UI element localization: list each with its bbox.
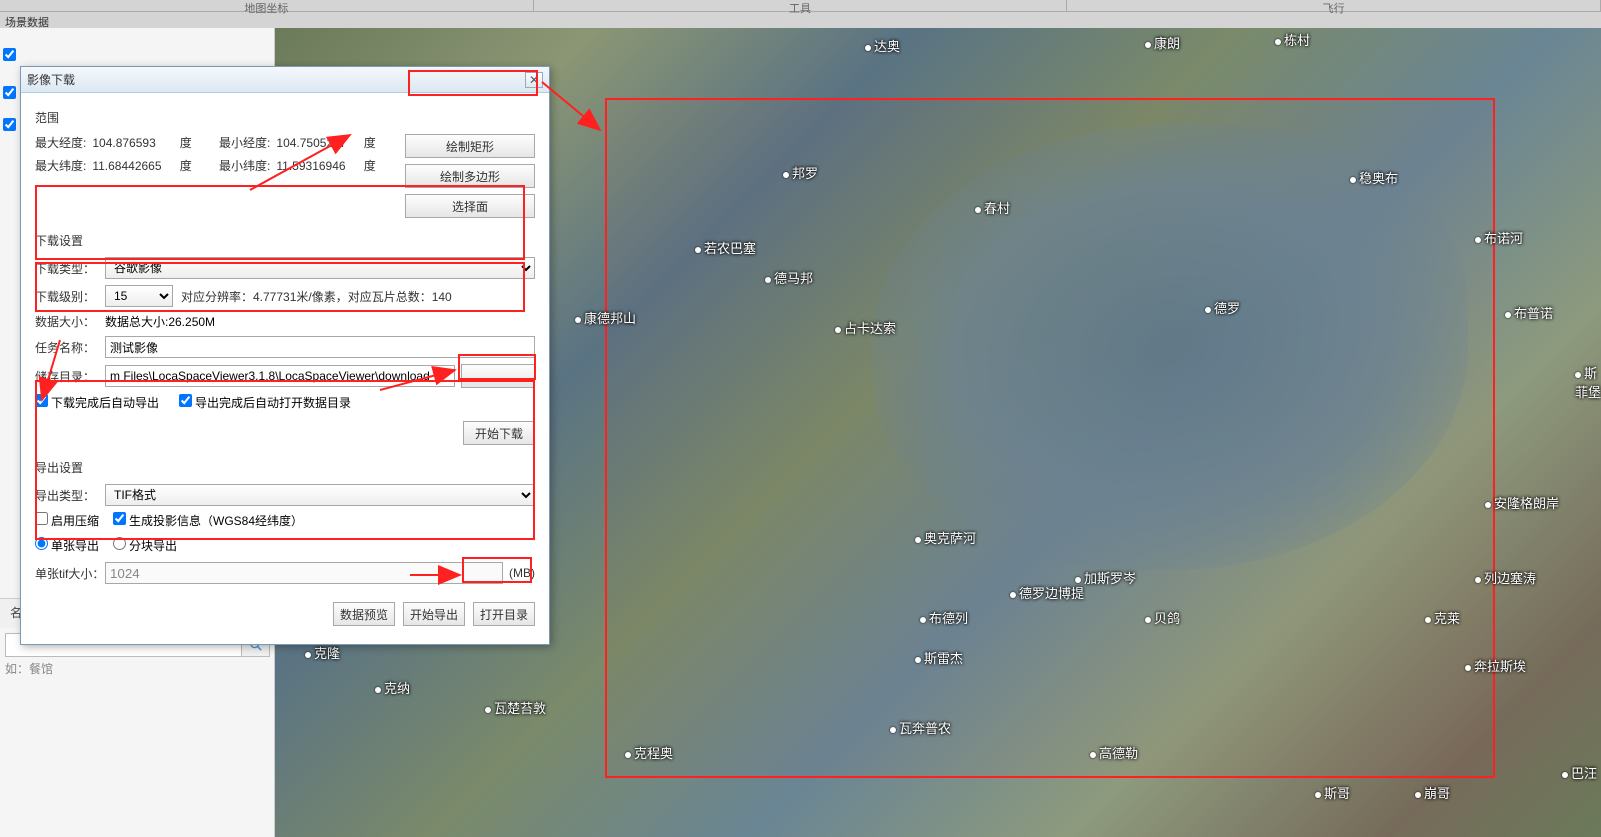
data-size-value: 数据总大小:26.250M [105,313,215,330]
download-settings-label: 下载设置 [35,232,535,249]
main-area: 达奥康朗栋村邦罗春村稳奥布若农巴塞布诺河德马邦德罗布普诺康德邦山占卡达索斯菲堡安… [0,28,1601,837]
min-lon-value: 104.7505237 [276,136,356,150]
close-icon[interactable]: ✕ [525,72,543,88]
task-name-label: 任务名称： [35,339,105,356]
map-place-label: 斯菲堡 [1575,363,1601,401]
max-lon-label: 最大经度: [35,134,89,151]
min-lat-value: 11.59316946 [276,159,356,173]
layer-visibility-checkbox[interactable] [3,48,16,61]
data-preview-button[interactable]: 数据预览 [333,602,395,626]
map-place-label: 康朗 [1145,33,1180,52]
download-type-label: 下载类型： [35,260,105,277]
unit-degree: 度 [180,136,192,150]
auto-open-dir-check[interactable]: 导出完成后自动打开数据目录 [179,394,351,411]
open-dir-button[interactable]: 打开目录 [473,602,535,626]
topbar-tools[interactable]: 工具 [534,0,1068,11]
topbar-fly[interactable]: 飞行 [1067,0,1601,11]
max-lon-value: 104.876593 [92,136,172,150]
task-name-input[interactable] [105,336,535,358]
map-place-label: 瓦楚苔敦 [485,698,546,717]
range-values: 最大经度: 104.876593 度 最小经度: 104.7505237 度 最… [35,134,405,218]
map-place-label: 达奥 [865,36,900,55]
map-place-label: 克隆 [305,643,340,662]
max-lat-value: 11.68442665 [92,159,172,173]
start-download-button[interactable]: 开始下载 [463,421,535,445]
dialog-titlebar[interactable]: 影像下载 ✕ [21,67,549,93]
search-hint: 如：餐馆 [5,660,53,677]
unit-degree: 度 [364,136,376,150]
topbar-coords[interactable]: 地图坐标 [0,0,534,11]
dialog-title: 影像下载 [27,71,525,88]
data-size-label: 数据大小： [35,313,105,330]
unit-degree: 度 [364,159,376,173]
map-place-label: 安隆格朗岸 [1485,493,1559,512]
top-toolbar: 地图坐标 工具 飞行 [0,0,1601,12]
single-export-radio[interactable]: 单张导出 [35,537,99,554]
download-level-select[interactable]: 15 [105,285,173,307]
min-lon-label: 最小经度: [219,134,273,151]
tif-size-unit: (MB) [509,566,535,580]
range-group-label: 范围 [35,109,535,126]
gen-projection-check[interactable]: 生成投影信息（WGS84经纬度） [113,512,303,529]
map-place-label: 巴汪 [1562,763,1597,782]
draw-rectangle-button[interactable]: 绘制矩形 [405,134,535,158]
download-level-info: 对应分辨率：4.77731米/像素，对应瓦片总数：140 [181,288,452,305]
map-place-label: 布普诺 [1505,303,1553,322]
browse-button[interactable]: ... [461,364,535,388]
map-selection-rect [605,98,1495,778]
start-export-button[interactable]: 开始导出 [403,602,465,626]
image-download-dialog: 影像下载 ✕ 范围 最大经度: 104.876593 度 最小经度: 104.7… [20,66,550,645]
download-level-label: 下载级别： [35,288,105,305]
block-export-radio[interactable]: 分块导出 [113,537,177,554]
map-place-label: 崩哥 [1415,783,1450,802]
draw-polygon-button[interactable]: 绘制多边形 [405,164,535,188]
map-place-label: 斯哥 [1315,783,1350,802]
unit-degree: 度 [180,159,192,173]
save-dir-label: 储存目录： [35,368,105,385]
export-type-label: 导出类型： [35,487,105,504]
auto-export-check[interactable]: 下载完成后自动导出 [35,394,159,411]
max-lat-label: 最大纬度: [35,157,89,174]
select-face-button[interactable]: 选择面 [405,194,535,218]
save-dir-input[interactable] [105,365,455,387]
min-lat-label: 最小纬度: [219,157,273,174]
export-type-select[interactable]: TIF格式 [105,484,535,506]
download-type-select[interactable]: 谷歌影像 [105,257,535,279]
tif-size-input[interactable] [105,562,503,584]
export-settings-label: 导出设置 [35,459,535,476]
enable-compress-check[interactable]: 启用压缩 [35,512,99,529]
layer-visibility-checkbox[interactable] [3,118,16,131]
map-place-label: 克纳 [375,678,410,697]
tif-size-label: 单张tif大小： [35,565,105,582]
map-place-label: 栋村 [1275,30,1310,49]
layer-visibility-checkbox[interactable] [3,86,16,99]
